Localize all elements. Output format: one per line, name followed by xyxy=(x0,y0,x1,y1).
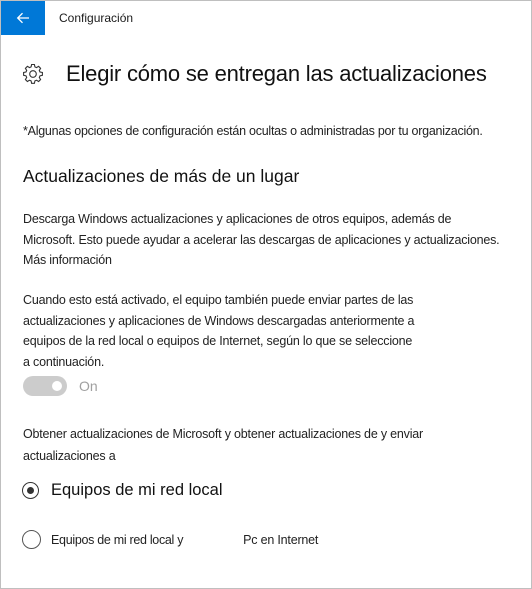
prompt-line: actualizaciones a xyxy=(23,449,116,463)
section-title: Actualizaciones de más de un lugar xyxy=(23,166,300,186)
description-line: Microsoft. Esto puede ayudar a acelerar … xyxy=(23,232,500,247)
gear-icon xyxy=(23,63,43,84)
radio-label: Equipos de mi red local xyxy=(51,481,223,499)
details-line: actualizaciones y aplicaciones de Window… xyxy=(23,313,415,328)
settings-window: Configuración Elegir cómo se entregan la… xyxy=(0,0,532,589)
prompt-line: Obtener actualizaciones de Microsoft y o… xyxy=(23,427,424,441)
radio-label: Equipos de mi red local y xyxy=(51,532,184,547)
title-bar: Configuración xyxy=(1,1,531,35)
radio-button[interactable] xyxy=(22,530,41,549)
policy-notice: *Algunas opciones de configuración están… xyxy=(23,124,483,138)
section-details: Cuando esto está activado, el equipo tam… xyxy=(23,290,519,372)
radio-option-local-network[interactable]: Equipos de mi red local xyxy=(22,481,223,500)
page-title: Elegir cómo se entregan las actualizacio… xyxy=(66,61,487,86)
window-title: Configuración xyxy=(59,11,134,25)
delivery-optimization-toggle[interactable] xyxy=(23,376,67,396)
options-prompt: Obtener actualizaciones de Microsoft y o… xyxy=(23,423,519,467)
radio-label-part2: Pc en Internet xyxy=(243,532,319,547)
details-line: equipos de la red local o equipos de Int… xyxy=(23,334,413,348)
radio-button-selected[interactable] xyxy=(22,482,39,499)
toggle-state-label: On xyxy=(79,378,98,394)
radio-dot xyxy=(26,486,34,494)
description-line: Descarga Windows actualizaciones y aplic… xyxy=(23,212,452,226)
section-description: Descarga Windows actualizaciones y aplic… xyxy=(23,209,519,271)
toggle-knob xyxy=(52,381,62,391)
radio-option-local-and-internet[interactable]: Equipos de mi red local y Pc en Internet xyxy=(22,530,318,549)
delivery-optimization-toggle-row: On xyxy=(23,376,98,396)
more-info-link[interactable]: Más información xyxy=(23,250,519,271)
back-arrow-icon xyxy=(16,12,29,24)
details-line: Cuando esto está activado, el equipo tam… xyxy=(23,293,414,307)
details-line: a continuación. xyxy=(23,354,105,369)
back-button[interactable] xyxy=(1,1,45,35)
